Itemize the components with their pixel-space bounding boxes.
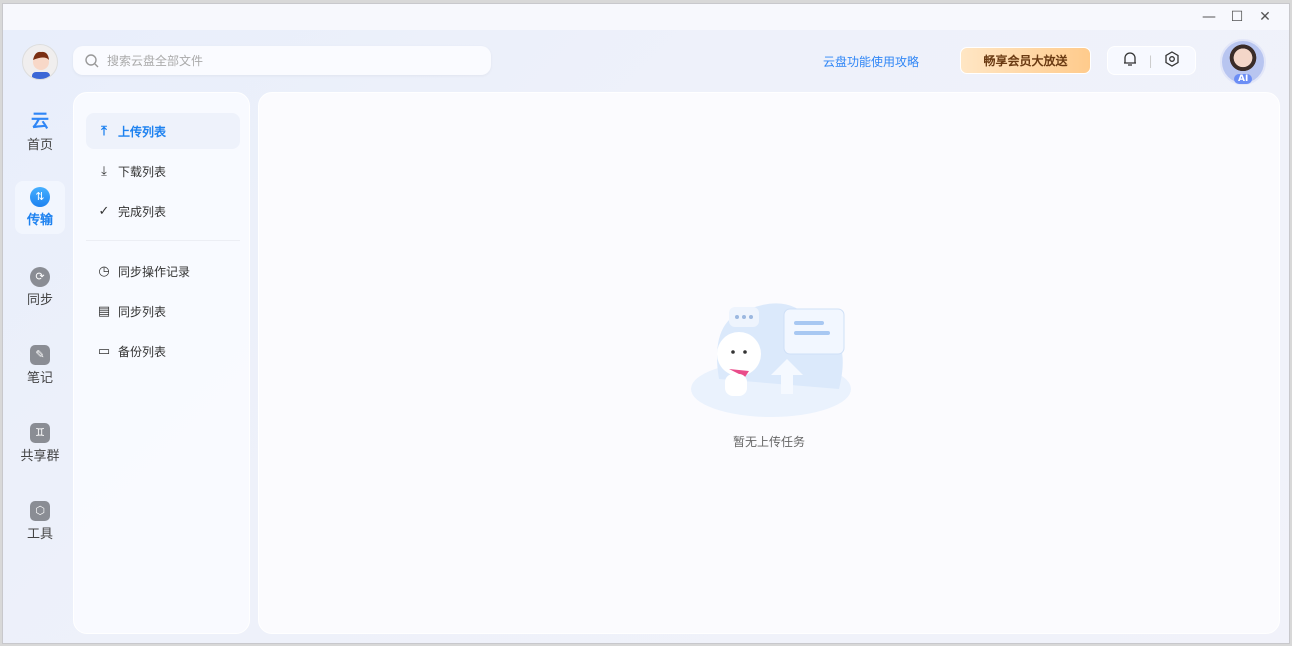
ai-assistant-avatar[interactable]: AI [1220,39,1266,85]
item-label: 同步列表 [118,304,167,319]
search-box[interactable] [73,46,491,75]
upload-list-panel: 暂无上传任务 [258,92,1280,634]
ai-badge: AI [1234,74,1253,84]
nav-label: 传输 [26,213,53,228]
nav-label: 同步 [26,293,53,308]
empty-state-text: 暂无上传任务 [732,435,805,449]
nav-sync[interactable]: ⟳ 同步 [15,261,65,314]
nav-transfer[interactable]: ⇅ 传输 [15,181,65,234]
sync-list-icon: ▤ [97,303,111,319]
item-label: 上传列表 [118,124,167,139]
user-avatar[interactable] [22,44,58,80]
item-label: 同步操作记录 [118,264,191,279]
note-icon: ✎ [30,345,50,365]
history-icon: ◷ [98,263,110,279]
nav-tools[interactable]: ⬡ 工具 [15,495,65,548]
settings-icon[interactable] [1164,51,1180,70]
nav-label: 工具 [26,527,53,542]
sidebar-item-upload[interactable]: ⤒ 上传列表 [86,113,240,149]
download-icon: ⤓ [101,163,107,179]
nav-label: 共享群 [20,449,60,464]
header-tools: | [1107,46,1196,75]
maximize-button[interactable]: ☐ [1227,8,1247,26]
search-icon [85,53,99,67]
toolbox-icon: ⬡ [30,501,50,521]
search-input[interactable] [107,53,457,68]
vip-promo-button[interactable]: 畅享会员大放送 [960,47,1091,74]
sidebar-item-download[interactable]: ⤓ 下载列表 [86,153,240,189]
item-label: 备份列表 [118,344,167,359]
app-window: — ☐ ✕ 云盘功能使用攻略 畅享会员大放送 | AI 云 首页 ⇅ 传输 ⟳ … [2,3,1290,644]
sync-icon: ⟳ [30,267,50,287]
group-icon: ♊ [30,423,50,443]
close-button[interactable]: ✕ [1255,8,1275,26]
nav-home[interactable]: 云 首页 [15,106,65,159]
nav-share-group[interactable]: ♊ 共享群 [15,417,65,470]
nav-label: 首页 [26,138,53,153]
item-label: 下载列表 [118,164,167,179]
empty-state-illustration [691,303,851,417]
nav-label: 笔记 [26,371,53,386]
nav-notes[interactable]: ✎ 笔记 [15,339,65,392]
divider: | [1148,53,1153,68]
divider [86,240,240,241]
sidebar-item-sync-history[interactable]: ◷ 同步操作记录 [86,253,240,289]
bell-icon[interactable] [1123,51,1137,70]
avatar-icon [32,51,50,79]
transfer-sidebar: ⤒ 上传列表 ⤓ 下载列表 ✓ 完成列表 ◷ 同步操作记录 ▤ 同步列表 ▭ 备份列表 [73,92,250,634]
item-label: 完成列表 [118,204,167,219]
transfer-icon: ⇅ [30,187,50,207]
check-circle-icon: ✓ [98,203,110,219]
feature-guide-link[interactable]: 云盘功能使用攻略 [823,53,919,70]
upload-icon: ⤒ [101,123,107,139]
sidebar-item-sync-list[interactable]: ▤ 同步列表 [86,293,240,329]
cloud-logo-icon: 云 [31,111,49,132]
minimize-button[interactable]: — [1199,8,1219,26]
title-bar: — ☐ ✕ [3,4,1289,30]
sidebar-item-completed[interactable]: ✓ 完成列表 [86,193,240,229]
backup-folder-icon: ▭ [97,343,111,359]
sidebar-item-backup-list[interactable]: ▭ 备份列表 [86,333,240,369]
